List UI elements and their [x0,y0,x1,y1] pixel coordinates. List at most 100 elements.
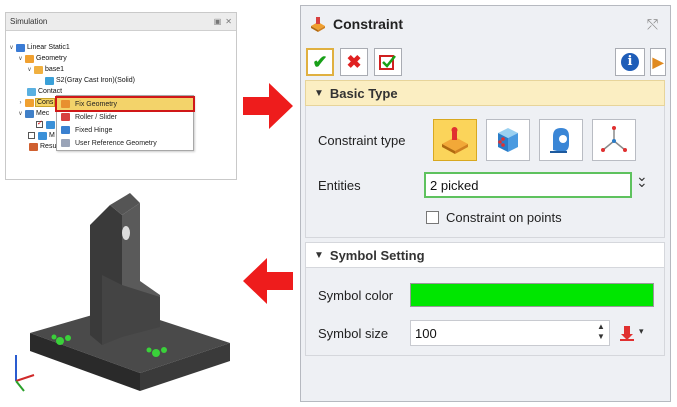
tree-item-label: base1 [45,66,65,73]
visibility-checkbox[interactable] [36,119,43,128]
simulation-titlebar: Simulation ▣ ✕ [6,13,236,31]
menu-item-label: Fixed Hinge [75,126,113,134]
part-icon [34,65,43,74]
tree-item-label: Contact [38,88,63,95]
basic-type-body: Constraint type Entities 2 picked ⌄ ⌄ Co… [305,106,665,238]
close-icon[interactable]: ⤲ [647,16,658,33]
help-button[interactable]: ▶ [650,48,666,76]
entities-label: Entities [318,178,361,193]
collapse-icon: ▼ [314,249,324,261]
tree-item-label: M [49,132,55,139]
apply-icon [379,55,396,70]
hinge-icon [61,126,70,134]
help-icon: ▶ [652,53,664,70]
symbol-setting-header[interactable]: ▼ Symbol Setting [305,242,665,268]
tree-item-solid[interactable]: S2(Gray Cast Iron)(Solid) [44,75,135,86]
fix-geometry-icon [61,100,70,108]
menu-item-roller-slider[interactable]: Roller / Slider [57,111,193,123]
apply-button[interactable] [374,48,402,76]
restore-icon[interactable]: ▣ [214,17,222,26]
spin-down-icon[interactable]: ▼ [596,332,606,342]
tree-item-label: Geometry [36,55,67,62]
tree-item-label: Linear Static1 [27,44,70,51]
tree-item-linear-static[interactable]: ∨ Linear Static1 [8,42,70,53]
close-icon[interactable]: ✕ [225,17,232,26]
symbol-size-input[interactable]: 100 [410,320,610,346]
constraint-type-user-reference[interactable] [592,119,636,161]
menu-item-label: User Reference Geometry [75,139,157,147]
menu-item-label: Roller / Slider [75,113,118,121]
left-arrow-icon [243,258,293,304]
info-icon: i [621,53,639,71]
menu-item-fix-geometry[interactable]: Fix Geometry [55,96,195,112]
model-viewport[interactable] [10,185,240,397]
simulation-title: Simulation [10,17,48,26]
basic-type-header[interactable]: ▼ Basic Type [305,80,665,106]
roller-constraint-icon [498,128,518,152]
hinge-constraint-icon [550,128,569,153]
tree-item-results[interactable]: Resu [28,141,56,152]
basic-type-section: ▼ Basic Type Constraint type Entities 2 … [305,80,665,238]
mesh-icon [38,131,47,140]
symbol-color-swatch[interactable] [410,283,654,307]
collapse-icon[interactable]: ∨ [17,110,24,117]
study-icon [16,43,25,52]
menu-item-fixed-hinge[interactable]: Fixed Hinge [57,124,193,136]
tree-item-load[interactable] [36,119,57,130]
constraint-icon [25,98,34,107]
tree-item-base1[interactable]: ∨ base1 [26,64,64,75]
mechanism-icon [25,109,34,118]
symbol-color-label: Symbol color [318,288,394,303]
collapse-icon[interactable]: ∨ [26,66,33,73]
ok-button[interactable]: ✔ [306,48,334,76]
entities-field[interactable]: 2 picked [424,172,632,198]
collapse-icon[interactable]: ∨ [17,55,24,62]
reference-geometry-icon [61,139,70,147]
constraint-type-label: Constraint type [318,133,406,148]
symbol-preview-icon[interactable] [618,324,636,342]
tree-item-geometry[interactable]: ∨ Geometry [17,53,67,64]
dropdown-caret-icon[interactable]: ▾ [639,326,644,337]
constraint-on-points-label: Constraint on points [446,210,562,225]
tree-item-label: Resu [40,143,57,150]
menu-item-label: Fix Geometry [75,100,118,108]
tree-item-label: Cons [34,98,56,107]
visibility-checkbox[interactable] [28,132,35,139]
spin-up-icon[interactable]: ▲ [596,322,606,332]
constraint-dialog: Constraint ⤲ ✔ ✖ i ▶ ▼ Basic Type Constr… [300,5,671,402]
symbol-setting-body: Symbol color Symbol size 100 ▲ ▼ ▾ [305,268,665,356]
tree-item-mechanism[interactable]: ∨ Mec [17,108,49,119]
constraint-type-hinge[interactable] [539,119,583,161]
cancel-button[interactable]: ✖ [340,48,368,76]
axis-triad-icon [15,355,35,392]
section-title: Symbol Setting [329,247,425,263]
fixed-constraint-icon [442,127,468,154]
collapse-icon: ▼ [314,87,324,99]
tree-item-constraints[interactable]: › Cons [17,97,56,108]
expand-icon[interactable]: › [17,100,24,106]
context-menu: Fix Geometry Roller / Slider Fixed Hinge… [55,95,195,151]
check-icon: ✔ [312,51,328,72]
chevron-icon: ⌄ [636,168,648,184]
right-arrow-icon [243,83,293,129]
symbol-size-label: Symbol size [318,326,389,341]
info-button[interactable]: i [615,48,645,76]
load-icon [46,120,55,129]
tree-item-mesh[interactable]: M [28,130,55,141]
symbol-setting-section: ▼ Symbol Setting Symbol color Symbol siz… [305,242,665,356]
constraint-type-roller[interactable] [486,119,530,161]
menu-item-user-reference-geometry[interactable]: User Reference Geometry [57,137,193,149]
constraint-type-fixed[interactable] [433,119,477,161]
roller-icon [61,113,70,121]
collapse-icon[interactable]: ∨ [8,44,15,51]
close-icon: ✖ [346,51,362,72]
dialog-header: Constraint ⤲ [301,6,670,42]
tree-item-label: S2(Gray Cast Iron)(Solid) [56,77,135,84]
geometry-icon [25,54,34,63]
size-spinner[interactable]: ▲ ▼ [596,322,606,344]
section-title: Basic Type [329,85,398,101]
dialog-title: Constraint [333,16,403,32]
reference-axis-icon [601,126,627,152]
constraint-icon [311,17,325,32]
constraint-on-points-checkbox[interactable] [426,211,439,224]
